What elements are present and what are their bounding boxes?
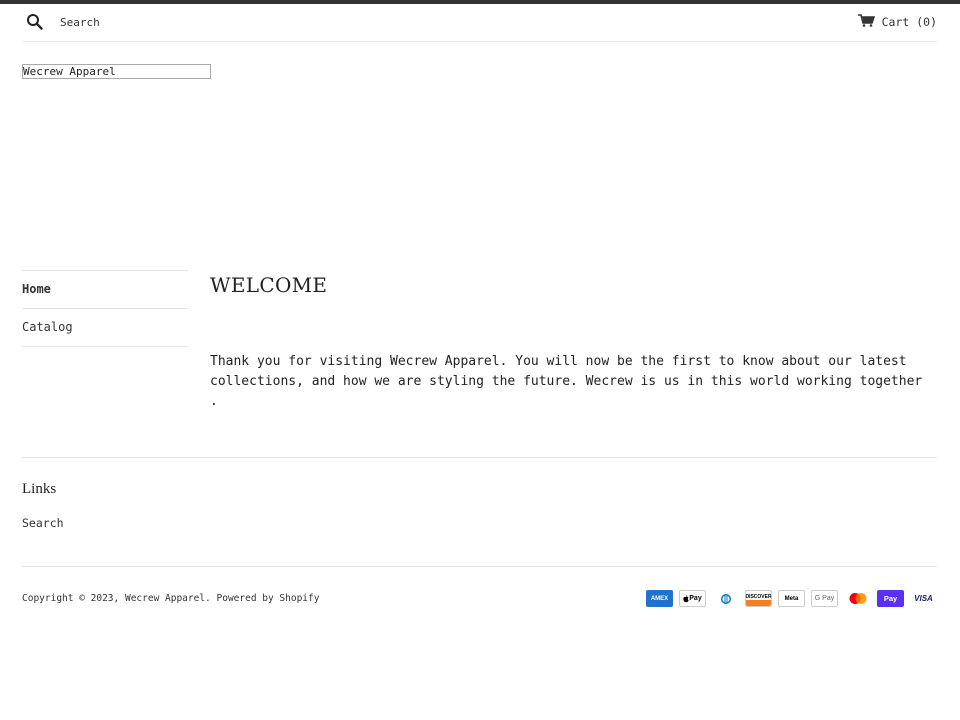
cart-count: (0) [916, 15, 937, 29]
cart-link[interactable]: Cart (0) [857, 14, 937, 30]
page-title: WELCOME [210, 273, 328, 297]
divider [22, 566, 937, 567]
search-icon[interactable] [26, 13, 44, 31]
copyright: Copyright © 2023, Wecrew Apparel. Powere… [22, 593, 320, 604]
divider [22, 457, 937, 458]
american-express-icon: AMEX [646, 590, 673, 607]
google-pay-icon: G Pay [811, 590, 838, 607]
visa-icon: VISA [910, 590, 937, 607]
search-input[interactable] [58, 10, 362, 34]
shop-pay-icon: Pay [877, 590, 904, 607]
meta-pay-icon: Meta [778, 590, 805, 607]
mastercard-icon [844, 590, 871, 607]
sidebar-nav: Home Catalog [22, 270, 188, 347]
sidebar-item-home[interactable]: Home [22, 270, 188, 308]
copyright-prefix: Copyright © 2023, [22, 593, 120, 604]
cart-icon [857, 14, 875, 30]
diners-club-icon [712, 590, 739, 607]
site-logo[interactable]: Wecrew Apparel [22, 64, 211, 79]
apple-pay-icon: Pay [679, 590, 706, 607]
page-body: Thank you for visiting Wecrew Apparel. Y… [210, 354, 923, 409]
cart-label: Cart [881, 15, 910, 29]
sidebar-item-catalog[interactable]: Catalog [22, 308, 188, 346]
footer-links-title: Links [22, 481, 57, 497]
discover-icon: DISCOVER [745, 590, 772, 607]
divider [22, 346, 188, 347]
main-content: WELCOME Thank you for visiting Wecrew Ap… [210, 270, 937, 412]
payment-icons: AMEX Pay DISCOVER Meta G Pay Pay VISA [646, 590, 937, 607]
footer-link-search[interactable]: Search [22, 516, 64, 530]
site-header: Cart (0) [22, 4, 937, 42]
store-link[interactable]: Wecrew Apparel [125, 593, 205, 604]
powered-by-link[interactable]: Powered by Shopify [217, 593, 320, 604]
